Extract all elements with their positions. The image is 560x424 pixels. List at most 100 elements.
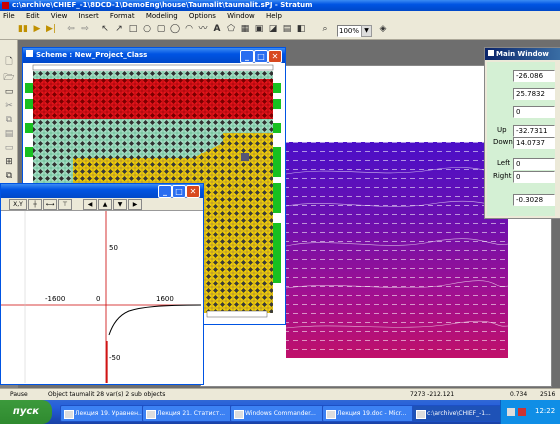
pointer-icon[interactable]: ↖ xyxy=(98,23,112,36)
copy-icon[interactable]: ⧉ xyxy=(2,114,16,127)
up-label: Up xyxy=(497,126,507,134)
minimize-button[interactable]: _ xyxy=(158,185,172,198)
down-field[interactable]: 14.0737 xyxy=(513,137,555,149)
zoom-icon[interactable]: ⌕ xyxy=(318,23,332,36)
status-val1: 0.734 xyxy=(510,391,528,398)
up-field[interactable]: -32.7311 xyxy=(513,125,555,137)
close-button[interactable]: ✕ xyxy=(186,185,200,198)
value-field[interactable]: 25.7832 xyxy=(513,88,555,100)
polyline-icon[interactable]: 〰 xyxy=(196,23,210,36)
main-window-title-bar: Main Window xyxy=(485,48,560,60)
left-field[interactable]: 0 xyxy=(513,158,555,170)
maximize-button[interactable]: □ xyxy=(254,50,268,63)
menu-help[interactable]: Help xyxy=(266,12,282,20)
tray-icon[interactable] xyxy=(507,408,515,416)
graph-title-bar: _ □ ✕ xyxy=(1,184,203,198)
new-icon[interactable]: 🗋 xyxy=(2,56,16,69)
x-tick-label: -1600 xyxy=(45,295,66,303)
rounded-rect-icon[interactable]: ▢ xyxy=(154,23,168,36)
scale-x-icon[interactable]: ⟷ xyxy=(43,199,57,210)
layer-icon[interactable]: ◈ xyxy=(376,23,390,36)
grid-icon[interactable]: ▦ xyxy=(238,23,252,36)
menu-file[interactable]: File xyxy=(3,12,15,20)
zoom-value: 100% xyxy=(339,27,360,35)
graph-mode-toggle[interactable]: X,Y xyxy=(9,199,27,210)
close-button[interactable]: ✕ xyxy=(268,50,282,63)
x-tick-label: 1600 xyxy=(156,295,174,303)
status-coords: 7273 -212.121 xyxy=(410,391,455,398)
select-icon[interactable]: ◧ xyxy=(294,23,308,36)
link-icon[interactable]: ↗ xyxy=(112,23,126,36)
table-icon[interactable]: ▤ xyxy=(280,23,294,36)
menu-insert[interactable]: Insert xyxy=(79,12,99,20)
value-field[interactable]: -0.3028 xyxy=(513,194,555,206)
menu-window[interactable]: Window xyxy=(227,12,255,20)
right-label: Right xyxy=(493,172,512,180)
rect-icon[interactable]: □ xyxy=(126,23,140,36)
left-label: Left xyxy=(497,159,511,167)
taskbar-item[interactable]: Лекция 21. Статист... xyxy=(142,405,236,422)
app-title-bar: c:\archive\CHIEF_-1\8DCD-1\DemoEng\house… xyxy=(0,0,560,11)
system-tray: 12:22 xyxy=(500,400,560,424)
crosshair-icon[interactable]: ┼ xyxy=(28,199,42,210)
menu-format[interactable]: Format xyxy=(110,12,135,20)
menu-view[interactable]: View xyxy=(51,12,68,20)
text-icon[interactable]: A xyxy=(210,23,224,36)
menu-edit[interactable]: Edit xyxy=(26,12,40,20)
arrow-down-icon[interactable]: ▼ xyxy=(113,199,127,210)
app-title: c:\archive\CHIEF_-1\8DCD-1\DemoEng\house… xyxy=(12,1,313,9)
cut-icon[interactable]: ✂ xyxy=(2,100,16,113)
arrow-right-icon[interactable]: ▶ xyxy=(128,199,142,210)
chevron-down-icon[interactable]: ▼ xyxy=(361,25,372,37)
window-icon xyxy=(26,50,33,57)
down-label: Down xyxy=(493,138,513,146)
taskbar-item[interactable]: Windows Commander... xyxy=(230,405,334,422)
right-field[interactable]: 0 xyxy=(513,171,555,183)
open-icon[interactable]: 🗁 xyxy=(2,72,16,85)
arc-icon[interactable]: ◠ xyxy=(182,23,196,36)
arrow-left-icon[interactable]: ◀ xyxy=(83,199,97,210)
scale-y-icon[interactable]: ⊤ xyxy=(58,199,72,210)
scheme-title: Scheme : New_Project_Class xyxy=(36,51,148,59)
status-val2: 2516 xyxy=(540,391,556,398)
forward-icon[interactable]: ⇨ xyxy=(78,23,92,36)
arrow-up-icon[interactable]: ▲ xyxy=(98,199,112,210)
app-icon xyxy=(2,2,9,9)
word-icon xyxy=(64,410,74,419)
start-button[interactable]: пуск xyxy=(0,400,52,424)
menu-options[interactable]: Options xyxy=(189,12,216,20)
delete-icon[interactable]: ▭ xyxy=(2,142,16,155)
main-window: Main Window -26.086 25.7832 0 Up -32.731… xyxy=(484,47,560,219)
graph-window: _ □ ✕ X,Y ┼ ⟷ ⊤ ◀ ▲ ▼ ▶ -1600 0 1600 50 … xyxy=(0,183,204,385)
maximize-button[interactable]: □ xyxy=(172,185,186,198)
stratum-icon xyxy=(416,410,426,419)
paste-icon[interactable]: ▤ xyxy=(2,128,16,141)
back-icon[interactable]: ⇦ xyxy=(64,23,78,36)
taskbar-item[interactable]: Лекция 19.doc - Micr... xyxy=(322,405,420,422)
step-icon[interactable]: ▶| xyxy=(44,23,58,36)
folder-icon xyxy=(234,410,244,419)
properties-icon[interactable]: ⊞ xyxy=(2,156,16,169)
status-object: Object taumalit 28 var(s) 2 sub objects xyxy=(48,391,166,398)
image-icon[interactable]: ▣ xyxy=(252,23,266,36)
graph-toolbar: X,Y ┼ ⟷ ⊤ ◀ ▲ ▼ ▶ xyxy=(1,198,203,211)
windows-icon[interactable]: ⧉ xyxy=(2,170,16,183)
circle-icon[interactable]: ○ xyxy=(140,23,154,36)
minimize-button[interactable]: _ xyxy=(240,50,254,63)
scheme-title-bar: Scheme : New_Project_Class _ □ ✕ xyxy=(23,48,285,63)
save-icon[interactable]: ▭ xyxy=(2,86,16,99)
ellipse-icon[interactable]: ◯ xyxy=(168,23,182,36)
menu-modeling[interactable]: Modeling xyxy=(146,12,178,20)
y-tick-label: 50 xyxy=(109,244,118,252)
pause-icon[interactable]: ▮▮ xyxy=(16,23,30,36)
play-icon[interactable]: ▶ xyxy=(30,23,44,36)
value-field[interactable]: 0 xyxy=(513,106,555,118)
zoom-select[interactable]: 100% xyxy=(337,25,362,37)
paint-icon[interactable]: ◪ xyxy=(266,23,280,36)
tray-icon[interactable] xyxy=(518,408,526,416)
start-label: пуск xyxy=(12,406,40,417)
taskbar-item[interactable]: Лекция 19. Уравнен... xyxy=(60,405,154,422)
taskbar-item-active[interactable]: c:\archive\CHIEF_-1... xyxy=(412,405,506,422)
value-field[interactable]: -26.086 xyxy=(513,70,555,82)
shape-icon[interactable]: ⬠ xyxy=(224,23,238,36)
